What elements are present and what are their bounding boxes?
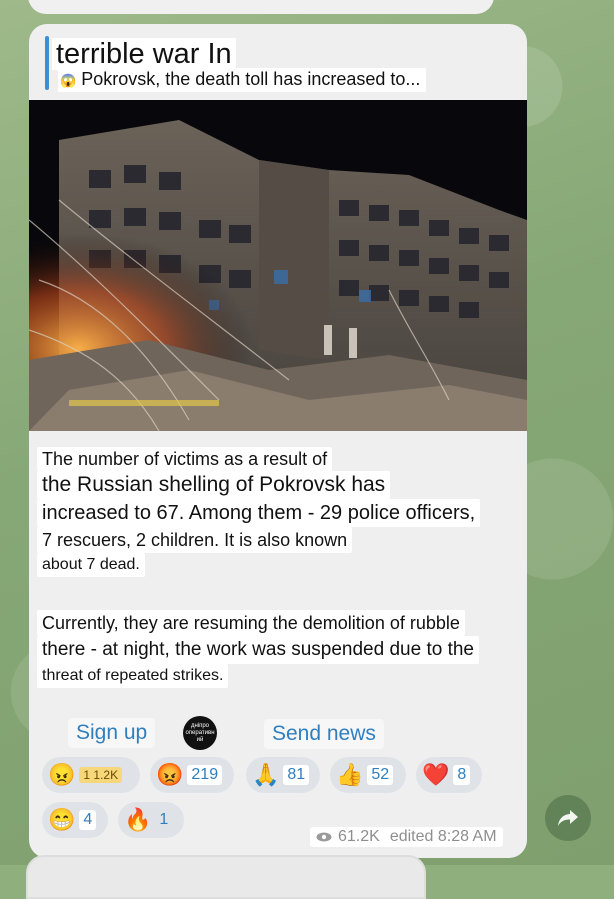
channel-logo-text: дніпро оперативний bbox=[185, 722, 215, 743]
thumbs-up-icon: 👍 bbox=[336, 762, 364, 787]
text-line: about 7 dead. bbox=[37, 553, 145, 577]
praying-hands-icon: 🙏 bbox=[252, 762, 280, 787]
reaction-count: 1 bbox=[159, 811, 169, 828]
reaction-count: 1 1.2K bbox=[79, 767, 123, 783]
quote-accent-bar bbox=[45, 36, 49, 90]
reaction-pray[interactable]: 🙏 81 bbox=[246, 757, 320, 793]
edited-timestamp: edited 8:28 AM bbox=[389, 828, 497, 845]
text-line: 7 rescuers, 2 children. It is also known bbox=[37, 527, 353, 553]
channel-logo[interactable]: дніпро оперативний bbox=[183, 716, 217, 750]
text-line: the Russian shelling of Pokrovsk has bbox=[37, 471, 391, 499]
reaction-count: 8 bbox=[453, 765, 471, 785]
post-title: terrible war In bbox=[52, 38, 236, 70]
reaction-count: 81 bbox=[283, 765, 310, 785]
post-photo[interactable] bbox=[29, 100, 527, 431]
destroyed-building-photo bbox=[29, 100, 527, 431]
share-button[interactable] bbox=[545, 795, 591, 841]
send-news-button[interactable]: Send news bbox=[264, 719, 384, 749]
reaction-count: 219 bbox=[187, 765, 223, 785]
heart-icon: ❤️ bbox=[422, 762, 450, 787]
message-meta: 61.2K edited 8:28 AM bbox=[310, 827, 503, 847]
grinning-face-icon: 😁 bbox=[48, 807, 76, 832]
text-line: Currently, they are resuming the demolit… bbox=[37, 610, 465, 636]
text-line: threat of repeated strikes. bbox=[37, 664, 229, 688]
reaction-count: 52 bbox=[367, 765, 394, 785]
post-subtitle: 😱 Pokrovsk, the death toll has increased… bbox=[58, 68, 427, 92]
share-arrow-icon bbox=[558, 810, 578, 826]
eye-icon bbox=[316, 832, 332, 842]
fire-icon: 🔥 bbox=[124, 807, 152, 832]
reaction-fire[interactable]: 🔥 1 bbox=[118, 802, 184, 838]
reaction-thumbs-up[interactable]: 👍 52 bbox=[330, 757, 406, 793]
text-line: The number of victims as a result of bbox=[37, 447, 333, 471]
next-message-bubble bbox=[26, 855, 426, 899]
text-line: increased to 67. Among them - 29 police … bbox=[37, 499, 481, 527]
reaction-heart[interactable]: ❤️ 8 bbox=[416, 757, 482, 793]
reaction-count: 4 bbox=[79, 810, 97, 830]
cursing-face-icon: 😡 bbox=[156, 762, 184, 787]
reaction-rage[interactable]: 😡 219 bbox=[150, 757, 234, 793]
post-paragraph-1: The number of victims as a result of the… bbox=[37, 447, 517, 577]
post-paragraph-2: Currently, they are resuming the demolit… bbox=[37, 610, 517, 688]
previous-message-bubble bbox=[28, 0, 494, 14]
view-count: 61.2K bbox=[338, 828, 380, 845]
reaction-grin[interactable]: 😁 4 bbox=[42, 802, 108, 838]
sign-up-button[interactable]: Sign up bbox=[68, 718, 156, 748]
scream-emoji-icon: 😱 bbox=[60, 73, 77, 88]
angry-face-icon: 😠 bbox=[48, 762, 76, 787]
post-subtitle-text: Pokrovsk, the death toll has increased t… bbox=[81, 69, 421, 89]
text-line: there - at night, the work was suspended… bbox=[37, 636, 479, 664]
reaction-angry-1[interactable]: 😠 1 1.2K bbox=[42, 757, 140, 793]
